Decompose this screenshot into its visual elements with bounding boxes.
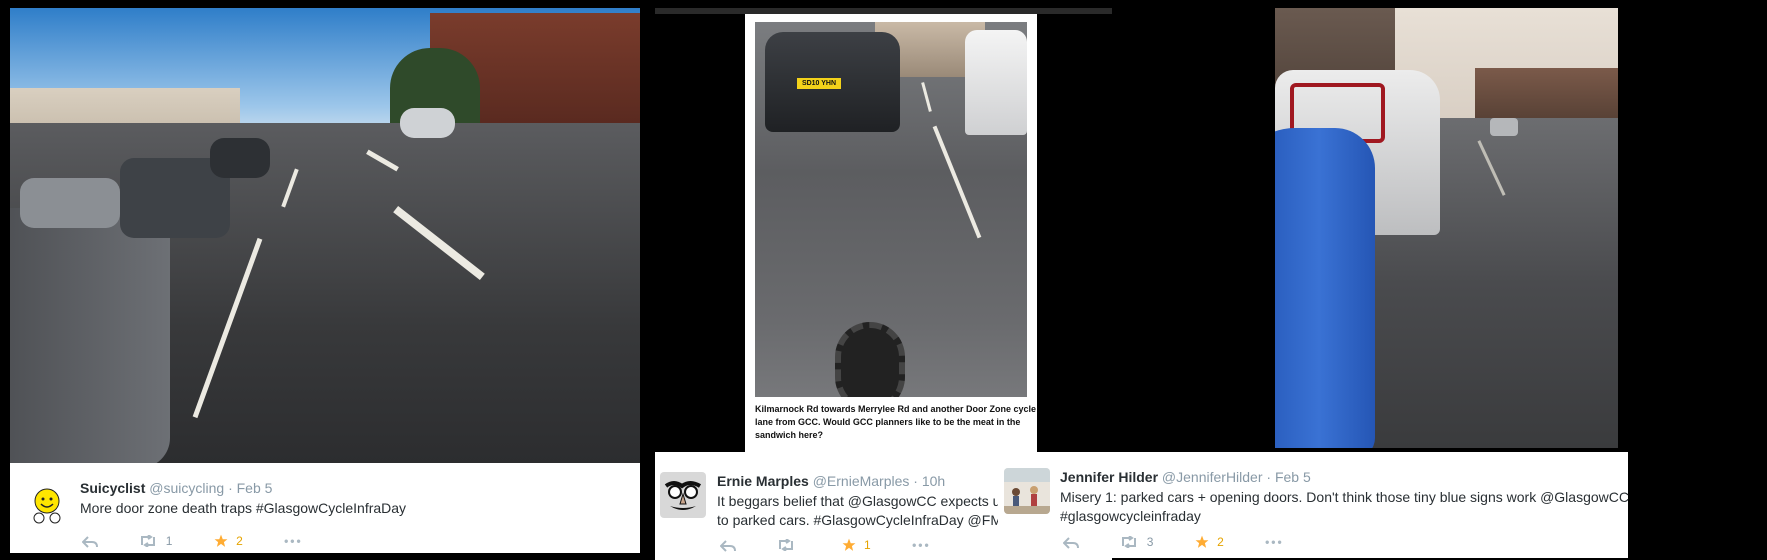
favorite-count: 1	[864, 538, 871, 553]
retweet-button[interactable]: 3	[1120, 534, 1153, 549]
caption-line: lane from GCC. Would GCC planners like t…	[755, 417, 1021, 427]
tweet-text-line: #glasgowcycleinfraday	[1060, 508, 1201, 524]
bicycle-tyre	[835, 322, 905, 397]
more-options-button[interactable]: •••	[912, 538, 931, 552]
tweet-3-card: Jennifer Hilder @JenniferHilder · Feb 5 …	[998, 452, 1629, 558]
blue-car	[1275, 128, 1375, 448]
retweet-icon	[1122, 535, 1137, 550]
favorite-button[interactable]: 1	[842, 537, 871, 552]
tweet-2-photo: SD10 YHN	[755, 22, 1027, 397]
tweet-text: More door zone death traps #GlasgowCycle…	[80, 499, 406, 518]
display-name[interactable]: Suicyclist	[80, 480, 145, 496]
reply-button[interactable]	[719, 538, 736, 552]
favorite-button[interactable]: 2	[214, 533, 243, 548]
photo-caption: Kilmarnock Rd towards Merrylee Rd and an…	[755, 403, 1036, 442]
parked-car	[400, 108, 455, 138]
retweet-icon	[779, 538, 794, 553]
tweet-1-photo[interactable]	[10, 8, 640, 463]
retweet-count: 1	[165, 534, 173, 549]
caption-line: sandwich here?	[755, 430, 824, 440]
caption-line: Kilmarnock Rd towards Merrylee Rd and an…	[755, 404, 1037, 414]
retweet-count: 3	[1146, 535, 1154, 550]
tweet-2-header: Ernie Marples @ErnieMarples · 10h	[717, 473, 945, 489]
number-plate: SD10 YHN	[797, 78, 841, 89]
display-name[interactable]: Jennifer Hilder	[1060, 469, 1158, 485]
groucho-mask-avatar[interactable]	[660, 472, 706, 518]
retweet-icon	[141, 534, 156, 549]
tweet-text-line: More door zone death traps #GlasgowCycle…	[80, 500, 407, 516]
star-icon	[1195, 535, 1209, 549]
parked-car	[20, 178, 120, 228]
user-handle[interactable]: @suicycling	[149, 480, 224, 496]
tweet-panel-3: Jennifer Hilder @JenniferHilder · Feb 5 …	[998, 0, 1767, 560]
smiley-cyclist-avatar[interactable]	[25, 481, 69, 525]
favorite-count: 2	[236, 534, 243, 549]
tweet-text-line: Misery 1: parked cars + opening doors. D…	[1060, 489, 1629, 505]
parked-car	[210, 138, 270, 178]
parked-car	[10, 208, 170, 463]
favorite-count: 2	[1217, 535, 1224, 550]
display-name[interactable]: Ernie Marples	[717, 473, 809, 489]
reply-button[interactable]	[1062, 535, 1079, 549]
timestamp[interactable]: 10h	[922, 473, 945, 489]
tweet-actions: 3 2 •••	[1062, 534, 1322, 549]
user-handle[interactable]: @JenniferHilder	[1162, 469, 1263, 485]
star-icon	[842, 538, 856, 552]
tweet-3-header: Jennifer Hilder @JenniferHilder · Feb 5	[1060, 469, 1311, 485]
reply-icon	[1062, 536, 1079, 549]
tweet-3-photo[interactable]	[1275, 8, 1618, 448]
tweet-panel-1: Suicyclist @suicycling · Feb 5 More door…	[0, 0, 642, 560]
moving-car	[1490, 118, 1518, 136]
smiley-cyclist-icon	[25, 481, 69, 525]
retweet-button[interactable]	[777, 537, 800, 553]
star-icon	[214, 534, 228, 548]
reply-icon	[81, 535, 98, 548]
tweet-actions: 1 2 •••	[81, 533, 341, 548]
retweet-button[interactable]: 1	[139, 533, 172, 548]
tweet-text: Misery 1: parked cars + opening doors. D…	[1060, 488, 1629, 526]
timestamp[interactable]: Feb 5	[237, 480, 273, 496]
separator: ·	[228, 480, 233, 496]
tweet-1-card: Suicyclist @suicycling · Feb 5 More door…	[10, 463, 640, 553]
reply-button[interactable]	[81, 534, 98, 548]
reply-icon	[719, 539, 736, 552]
classroom-photo-icon	[1004, 468, 1050, 514]
separator: ·	[1266, 469, 1272, 485]
more-options-button[interactable]: •••	[284, 534, 303, 548]
separator: ·	[913, 473, 918, 489]
tweet-1-header: Suicyclist @suicycling · Feb 5	[80, 480, 272, 496]
favorite-button[interactable]: 2	[1195, 534, 1224, 549]
screenshot-document[interactable]: SD10 YHN Kilmarnock Rd towards Merrylee …	[745, 14, 1037, 454]
user-handle[interactable]: @ErnieMarples	[813, 473, 910, 489]
groucho-glasses-icon	[660, 472, 706, 518]
classroom-photo-avatar[interactable]	[1004, 468, 1050, 514]
timestamp[interactable]: Feb 5	[1275, 469, 1311, 485]
more-options-button[interactable]: •••	[1265, 535, 1284, 549]
tweet-actions: 1 •••	[719, 537, 969, 553]
white-van	[965, 30, 1027, 135]
